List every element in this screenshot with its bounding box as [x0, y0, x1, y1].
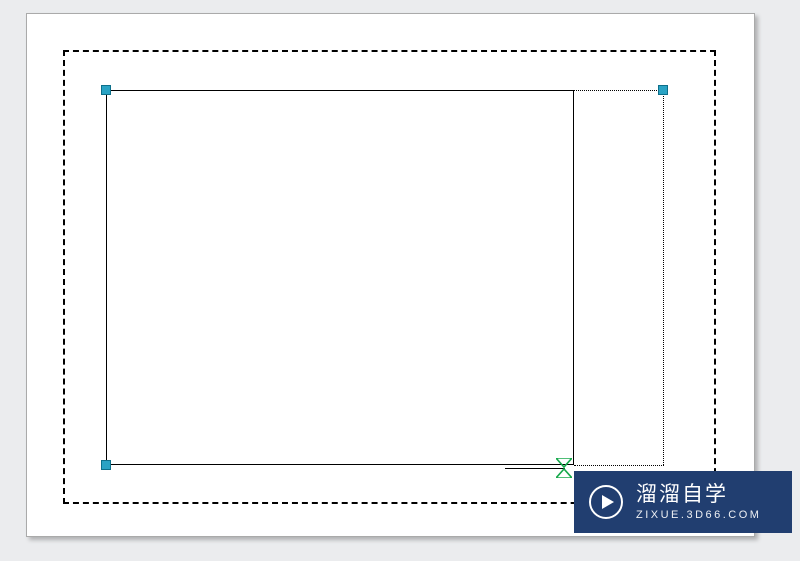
- viewport-rectangle[interactable]: [106, 90, 574, 465]
- watermark-title: 溜溜自学: [636, 483, 761, 507]
- play-circle-icon: [588, 484, 624, 520]
- watermark-url: ZIXUE.3D66.COM: [636, 509, 761, 522]
- watermark-badge: 溜溜自学 ZIXUE.3D66.COM: [574, 471, 792, 533]
- selection-grip-bottom-left[interactable]: [101, 460, 111, 470]
- guide-line: [505, 468, 565, 469]
- selection-grip-top-right[interactable]: [658, 85, 668, 95]
- selection-grip-top-left[interactable]: [101, 85, 111, 95]
